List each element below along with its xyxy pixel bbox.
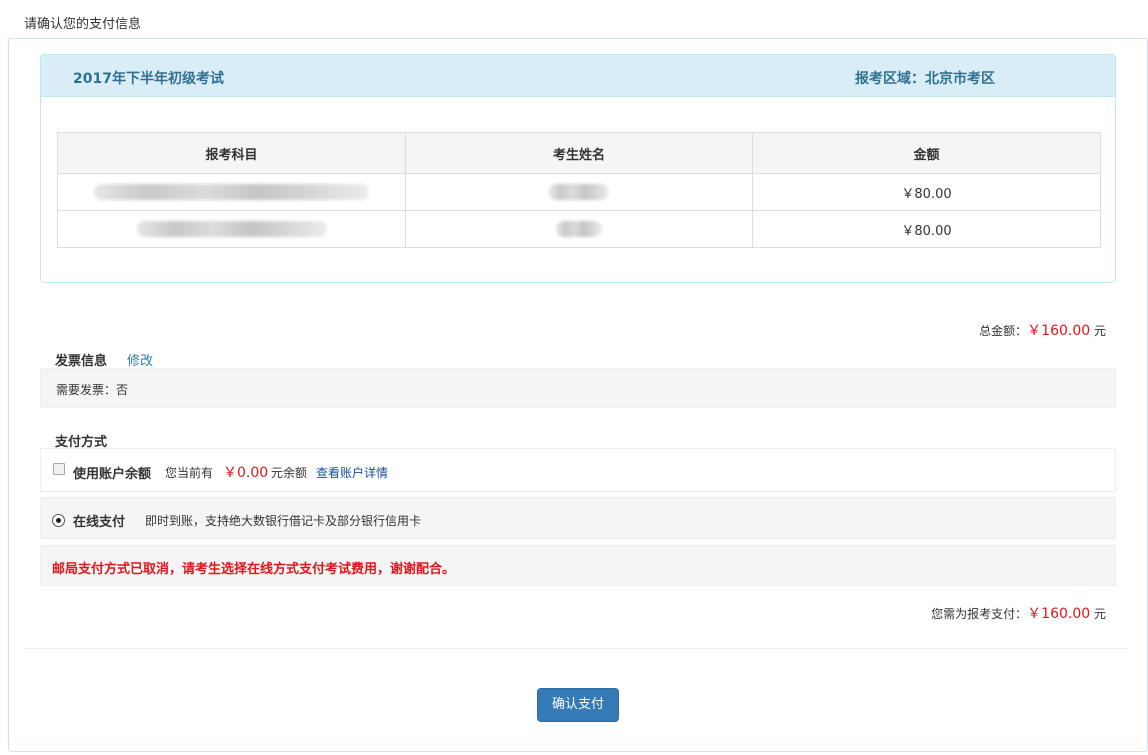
due-unit: 元: [1093, 607, 1106, 621]
table-header-row: 报考科目 考生姓名 金额: [57, 132, 1101, 174]
exam-info-panel: 2017年下半年初级考试 报考区域：北京市考区 报考科目 考生姓名 金额 ￥80…: [40, 54, 1116, 283]
fee-table: 报考科目 考生姓名 金额 ￥80.00 ￥80.00: [57, 132, 1101, 248]
balance-unit: 元余额: [271, 466, 308, 480]
balance-label: 使用账户余额: [73, 467, 152, 482]
page-title: 请确认您的支付信息: [24, 17, 142, 32]
balance-desc: 您当前有: [165, 466, 214, 480]
postal-notice-box: 邮局支付方式已取消，请考生选择在线方式支付考试费用，谢谢配合。: [40, 545, 1116, 586]
amount-cell: ￥80.00: [752, 173, 1101, 211]
redacted-subject: [94, 184, 369, 200]
amount-due: 您需为报考支付：￥160.00 元: [931, 603, 1106, 623]
online-payment-desc: 即时到账，支持绝大数银行借记卡及部分银行信用卡: [145, 514, 422, 528]
due-label: 您需为报考支付：: [931, 607, 1028, 621]
exam-title: 2017年下半年初级考试: [73, 71, 224, 87]
due-value: ￥160.00: [1027, 606, 1091, 622]
balance-checkbox[interactable]: [53, 463, 65, 475]
column-header-name: 考生姓名: [405, 132, 753, 174]
balance-amount: ￥0.00: [223, 465, 269, 481]
column-header-subject: 报考科目: [57, 132, 406, 174]
total-unit: 元: [1093, 324, 1106, 338]
divider: [24, 648, 1128, 649]
online-payment-option[interactable]: 在线支付 即时到账，支持绝大数银行借记卡及部分银行信用卡: [40, 497, 1116, 539]
balance-payment-option[interactable]: 使用账户余额 您当前有 ￥0.00 元余额 查看账户详情: [40, 448, 1116, 492]
invoice-edit-link[interactable]: 修改: [127, 350, 153, 369]
online-payment-radio[interactable]: [52, 514, 65, 527]
redacted-name: [556, 221, 602, 237]
redacted-subject: [136, 221, 327, 237]
invoice-section-title: 发票信息: [55, 354, 108, 369]
need-invoice-text: 需要发票：否: [56, 383, 129, 397]
total-amount: 总金额：￥160.00 元: [979, 320, 1106, 340]
subject-cell: [57, 210, 406, 248]
postal-notice-text: 邮局支付方式已取消，请考生选择在线方式支付考试费用，谢谢配合。: [52, 562, 456, 577]
column-header-amount: 金额: [752, 132, 1101, 174]
online-payment-label: 在线支付: [73, 515, 126, 530]
view-account-details-link[interactable]: 查看账户详情: [316, 464, 388, 481]
table-row: ￥80.00: [57, 210, 1101, 248]
total-label: 总金额：: [979, 324, 1028, 338]
exam-region: 报考区域：北京市考区: [855, 71, 995, 87]
amount-cell: ￥80.00: [752, 210, 1101, 248]
total-value: ￥160.00: [1027, 323, 1091, 339]
redacted-name: [549, 184, 609, 200]
confirm-payment-button[interactable]: 确认支付: [537, 688, 619, 722]
subject-cell: [57, 173, 406, 211]
name-cell: [405, 210, 753, 248]
exam-panel-header: 2017年下半年初级考试 报考区域：北京市考区: [41, 55, 1115, 97]
table-row: ￥80.00: [57, 173, 1101, 211]
name-cell: [405, 173, 753, 211]
invoice-info-box: 需要发票：否: [40, 368, 1116, 408]
